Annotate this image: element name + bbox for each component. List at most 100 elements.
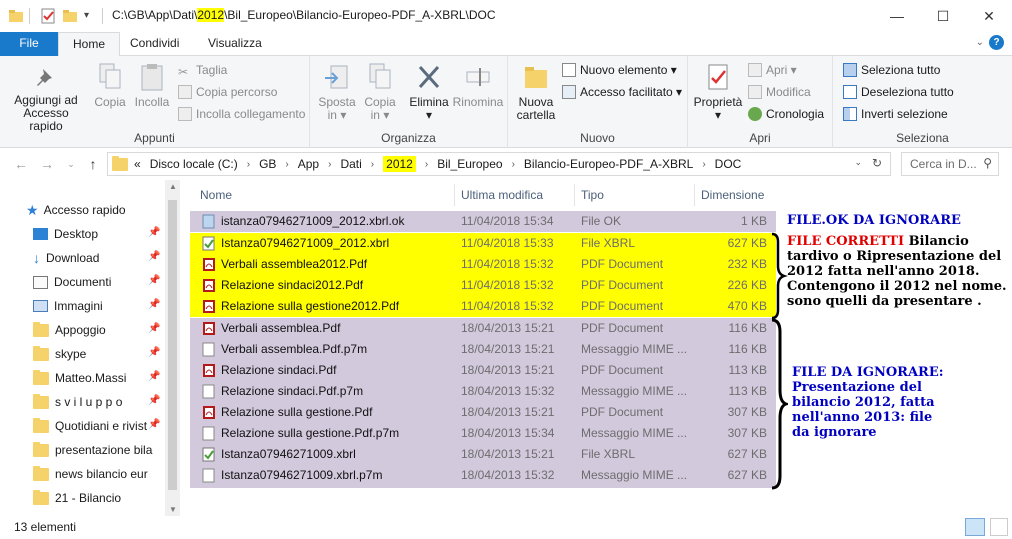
customize-quick-access-icon[interactable]: ▾ (84, 10, 100, 26)
edit-button[interactable]: Modifica (748, 82, 811, 102)
cut-button[interactable]: ✂ Taglia (178, 60, 227, 80)
breadcrumb-item[interactable]: Bil_Europeo (437, 157, 502, 171)
copy-path-icon (178, 85, 192, 99)
address-bar[interactable]: « Disco locale (C:) › GB › App › Dati › 2012… (107, 152, 891, 176)
close-button[interactable]: ✕ (966, 0, 1012, 32)
delete-button[interactable]: Elimina ▾ (408, 62, 450, 122)
table-row[interactable]: Istanza07946271009.xbrl 18/04/2013 15:21… (190, 444, 776, 465)
scroll-down-icon[interactable]: ▼ (169, 505, 177, 514)
copy-button[interactable]: Copia (90, 62, 130, 109)
easy-access-button[interactable]: Accesso facilitato ▾ (562, 82, 682, 102)
recent-locations-icon[interactable]: ⌄ (62, 155, 80, 173)
breadcrumb-overflow[interactable]: « (134, 157, 141, 171)
nav-item-presentazione[interactable]: presentazione bila (0, 439, 165, 461)
nav-item-skype[interactable]: skype (0, 343, 165, 365)
rename-button[interactable]: Rinomina (452, 62, 504, 109)
breadcrumb-item[interactable]: Dati (340, 157, 361, 171)
breadcrumb-item[interactable]: GB (259, 157, 276, 171)
chevron-right-icon[interactable]: › (702, 159, 705, 170)
tab-condividi[interactable]: Condividi (116, 32, 193, 56)
breadcrumb-item[interactable]: App (298, 157, 319, 171)
column-divider[interactable] (694, 184, 695, 206)
nav-item-21-bilancio[interactable]: 21 - Bilancio (0, 487, 165, 509)
new-folder-button[interactable]: Nuova cartella (514, 62, 558, 122)
breadcrumb-item[interactable]: Bilancio-Europeo-PDF_A-XBRL (524, 157, 693, 171)
history-button[interactable]: Cronologia (748, 104, 824, 124)
chevron-right-icon[interactable]: › (512, 159, 515, 170)
breadcrumb-item[interactable]: 2012 (383, 156, 416, 172)
copy-path-button[interactable]: Copia percorso (178, 82, 277, 102)
chevron-right-icon[interactable]: › (328, 159, 331, 170)
pin-quick-access-button[interactable]: Aggiungi ad Accesso rapido (6, 66, 86, 133)
table-row[interactable]: istanza07946271009_2012.xbrl.ok 11/04/20… (190, 211, 776, 232)
nav-item-documenti[interactable]: Documenti (0, 271, 165, 293)
tab-visualizza[interactable]: Visualizza (194, 32, 276, 56)
new-folder-icon[interactable] (62, 8, 78, 24)
column-header-type[interactable]: Tipo (581, 182, 604, 208)
file-size: 232 KB (727, 257, 767, 271)
refresh-icon[interactable]: ↻ (872, 156, 882, 170)
new-item-button[interactable]: Nuovo elemento ▾ (562, 60, 677, 80)
maximize-button[interactable]: ☐ (920, 0, 966, 32)
tab-file[interactable]: File (0, 32, 58, 56)
column-header-name[interactable]: Nome (200, 182, 232, 208)
table-row[interactable]: Verbali assemblea2012.Pdf 11/04/2018 15:… (190, 254, 776, 275)
table-row[interactable]: Verbali assemblea.Pdf 18/04/2013 15:21 P… (190, 318, 776, 339)
expand-ribbon-icon[interactable]: ⌄ (976, 37, 984, 48)
column-divider[interactable] (454, 184, 455, 206)
scrollbar-thumb[interactable] (168, 200, 177, 490)
breadcrumb-item[interactable]: Disco locale (C:) (150, 157, 238, 171)
chevron-right-icon[interactable]: › (247, 159, 250, 170)
properties-button[interactable]: Proprietà ▾ (692, 62, 744, 122)
nav-item-immagini[interactable]: Immagini (0, 295, 165, 317)
nav-item-download[interactable]: ↓ Download (0, 247, 165, 269)
nav-item-matteo[interactable]: Matteo.Massi (0, 367, 165, 389)
select-none-button[interactable]: Deseleziona tutto (843, 82, 954, 102)
invert-selection-button[interactable]: Inverti selezione (843, 104, 948, 124)
annotation-ignore: FILE DA IGNORARE: Presentazione del bila… (792, 365, 944, 440)
column-divider[interactable] (574, 184, 575, 206)
table-row[interactable]: Istanza07946271009_2012.xbrl 11/04/2018 … (190, 233, 776, 254)
chevron-right-icon[interactable]: › (285, 159, 288, 170)
back-arrow-icon[interactable]: ← (12, 155, 30, 173)
nav-item-news[interactable]: news bilancio eur (0, 463, 165, 485)
column-header-date[interactable]: Ultima modifica (461, 182, 543, 208)
breadcrumb-item[interactable]: DOC (715, 157, 742, 171)
select-all-button[interactable]: Seleziona tutto (843, 60, 940, 80)
search-input[interactable]: Cerca in D... ⚲ (901, 152, 999, 176)
nav-item-accesso-rapido[interactable]: ★ Accesso rapido (0, 199, 165, 221)
file-type: File OK (581, 214, 622, 228)
copy-to-button[interactable]: Copia in ▾ (360, 62, 400, 122)
chevron-right-icon[interactable]: › (425, 159, 428, 170)
forward-arrow-icon[interactable]: → (38, 155, 56, 173)
nav-item-appoggio[interactable]: Appoggio (0, 319, 165, 341)
move-to-button[interactable]: Sposta in ▾ (316, 62, 358, 122)
table-row[interactable]: Relazione sulla gestione2012.Pdf 11/04/2… (190, 296, 776, 317)
large-icons-view-icon[interactable] (990, 518, 1008, 536)
navigation-scrollbar[interactable]: ▲ ▼ (165, 180, 180, 516)
open-button[interactable]: Apri ▾ (748, 60, 797, 80)
nav-item-sviluppo[interactable]: s v i l u p p o (0, 391, 165, 413)
table-row[interactable]: Relazione sulla gestione.Pdf 18/04/2013 … (190, 402, 776, 423)
table-row[interactable]: Istanza07946271009.xbrl.p7m 18/04/2013 1… (190, 465, 776, 486)
details-view-icon[interactable] (965, 518, 985, 536)
minimize-button[interactable]: — (874, 0, 920, 32)
up-arrow-icon[interactable]: ↑ (84, 155, 102, 173)
tab-home[interactable]: Home (58, 32, 121, 57)
scroll-up-icon[interactable]: ▲ (169, 182, 177, 191)
pin-icon: 📌 (148, 371, 161, 382)
nav-item-desktop[interactable]: Desktop (0, 223, 165, 245)
chevron-right-icon[interactable]: › (371, 159, 374, 170)
table-row[interactable]: Relazione sulla gestione.Pdf.p7m 18/04/2… (190, 423, 776, 444)
paste-button[interactable]: Incolla (132, 62, 172, 109)
help-icon[interactable]: ? (989, 35, 1004, 50)
address-dropdown-icon[interactable]: ⌄ (854, 157, 862, 168)
table-row[interactable]: Relazione sindaci2012.Pdf 11/04/2018 15:… (190, 275, 776, 296)
properties-icon[interactable] (40, 8, 56, 24)
table-row[interactable]: Verbali assemblea.Pdf.p7m 18/04/2013 15:… (190, 339, 776, 360)
paste-shortcut-button[interactable]: Incolla collegamento (178, 104, 305, 124)
table-row[interactable]: Relazione sindaci.Pdf 18/04/2013 15:21 P… (190, 360, 776, 381)
column-header-size[interactable]: Dimensione (701, 182, 764, 208)
table-row[interactable]: Relazione sindaci.Pdf.p7m 18/04/2013 15:… (190, 381, 776, 402)
nav-item-quotidiani[interactable]: Quotidiani e rivist (0, 415, 165, 437)
